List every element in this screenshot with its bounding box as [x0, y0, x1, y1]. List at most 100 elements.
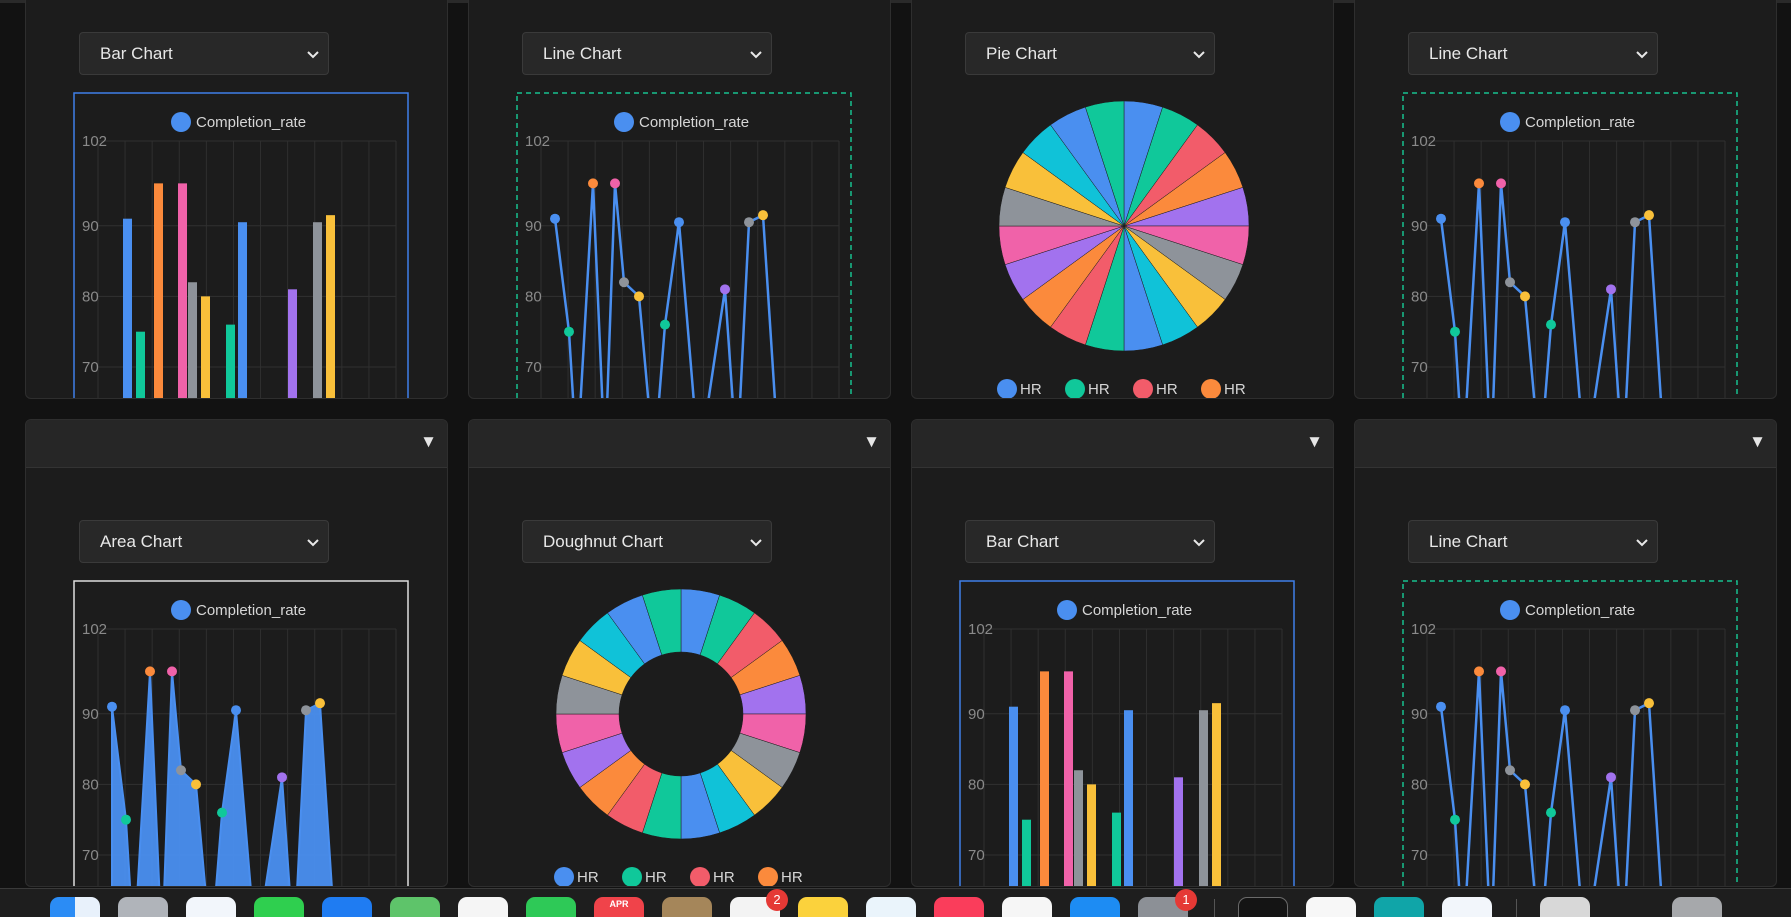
data-point [1630, 705, 1640, 716]
data-point [610, 178, 620, 189]
bar [1112, 812, 1121, 886]
bar [1009, 706, 1018, 886]
freeform-icon[interactable] [866, 897, 916, 917]
notes-app-icon[interactable] [662, 897, 712, 917]
data-point [231, 705, 241, 716]
photos-icon[interactable] [458, 897, 508, 917]
y-tick-label: 70 [968, 847, 985, 864]
chart-frame [516, 92, 852, 398]
data-point [1560, 705, 1570, 716]
facetime-icon[interactable] [526, 897, 576, 917]
legend-label: Completion_rate [639, 114, 749, 131]
stickies-icon[interactable] [798, 897, 848, 917]
music-icon[interactable] [934, 897, 984, 917]
bar [1022, 819, 1031, 886]
trash-icon[interactable] [1672, 897, 1722, 917]
downloads-icon[interactable] [1540, 897, 1590, 917]
notification-badge: 2 [766, 889, 788, 911]
data-point [167, 666, 177, 677]
y-tick-label: 102 [525, 133, 550, 150]
data-point [1546, 319, 1556, 330]
legend-label: HR [713, 869, 735, 886]
data-point [301, 705, 311, 716]
chart-area: HR HR HR HR [997, 100, 1250, 398]
maps-icon[interactable] [390, 897, 440, 917]
dock-separator [1516, 899, 1517, 917]
browser-icon[interactable] [1374, 897, 1424, 917]
chart-panel-1: Bar Chart Completion_rate 102 90 80 70 [25, 0, 448, 399]
legend-swatch [997, 379, 1017, 398]
finder-icon[interactable] [50, 897, 100, 917]
bar [154, 183, 163, 398]
chart-area: Completion_rate 102 90 80 70 [73, 580, 409, 886]
safari-icon[interactable] [186, 897, 236, 917]
chart-panel-4: Line Chart Completion_rate 102 90 80 70 [1354, 0, 1777, 399]
legend-label: Completion_rate [196, 602, 306, 619]
bar [178, 183, 187, 398]
bar [188, 282, 197, 398]
data-point [1606, 772, 1616, 783]
data-point [1505, 765, 1515, 776]
messages-icon[interactable] [254, 897, 304, 917]
terminal-icon[interactable] [1238, 897, 1288, 917]
panel-header: ▼ [469, 420, 890, 468]
textedit-icon[interactable] [1306, 897, 1356, 917]
data-point [107, 701, 117, 712]
legend-label: HR [781, 869, 803, 886]
data-point [744, 217, 754, 228]
legend-swatch [1500, 112, 1520, 132]
y-tick-label: 80 [525, 288, 542, 305]
chart-panel-3: Pie Chart HR HR HR HR [911, 0, 1334, 399]
bar [1087, 784, 1096, 886]
legend-swatch [614, 112, 634, 132]
data-point [1436, 701, 1446, 712]
collapse-arrow-icon[interactable]: ▼ [1749, 432, 1766, 452]
legend-label: Completion_rate [1082, 602, 1192, 619]
chart-area: Completion_rate 102 90 80 70 [1402, 92, 1738, 398]
app-store-icon[interactable] [1070, 897, 1120, 917]
bar [313, 222, 322, 398]
bar [1174, 777, 1183, 886]
vpn-icon[interactable] [1442, 897, 1492, 917]
y-tick-label: 90 [82, 218, 99, 235]
y-tick-label: 70 [1411, 359, 1428, 376]
chart-panel-6: ▼ Doughnut Chart HR HR HR HR [468, 419, 891, 887]
chart-panel-2: Line Chart Completion_rate 102 90 80 70 [468, 0, 891, 399]
legend-label: HR [1020, 381, 1042, 398]
legend-label: Completion_rate [1525, 114, 1635, 131]
data-point [1520, 291, 1530, 302]
legend-label: Completion_rate [1525, 602, 1635, 619]
data-point [1496, 666, 1506, 677]
legend-swatch [1201, 379, 1221, 398]
data-point [121, 814, 131, 825]
collapse-arrow-icon[interactable]: ▼ [863, 432, 880, 452]
y-tick-label: 90 [82, 706, 99, 723]
legend-label: HR [1156, 381, 1178, 398]
legend-swatch [1057, 600, 1077, 620]
collapse-arrow-icon[interactable]: ▼ [1306, 432, 1323, 452]
collapse-arrow-icon[interactable]: ▼ [420, 432, 437, 452]
dock: APR 2 1 [0, 888, 1791, 917]
legend-label: HR [577, 869, 599, 886]
chart-frame [1402, 92, 1738, 398]
y-tick-label: 80 [82, 288, 99, 305]
data-point [1644, 210, 1654, 221]
news-icon[interactable] [1002, 897, 1052, 917]
calendar-icon[interactable]: APR [594, 897, 644, 917]
bar [288, 289, 297, 398]
legend-swatch [690, 867, 710, 886]
y-tick-label: 80 [82, 776, 99, 793]
y-tick-label: 80 [1411, 776, 1428, 793]
y-tick-label: 90 [1411, 706, 1428, 723]
data-point [1520, 779, 1530, 790]
launchpad-icon[interactable] [118, 897, 168, 917]
calendar-month: APR [609, 899, 629, 909]
bar [326, 215, 335, 398]
data-point [619, 277, 629, 288]
y-tick-label: 90 [525, 218, 542, 235]
data-point [1644, 698, 1654, 709]
panel-header: ▼ [912, 420, 1333, 468]
data-point [564, 326, 574, 337]
legend-swatch [171, 600, 191, 620]
mail-icon[interactable] [322, 897, 372, 917]
